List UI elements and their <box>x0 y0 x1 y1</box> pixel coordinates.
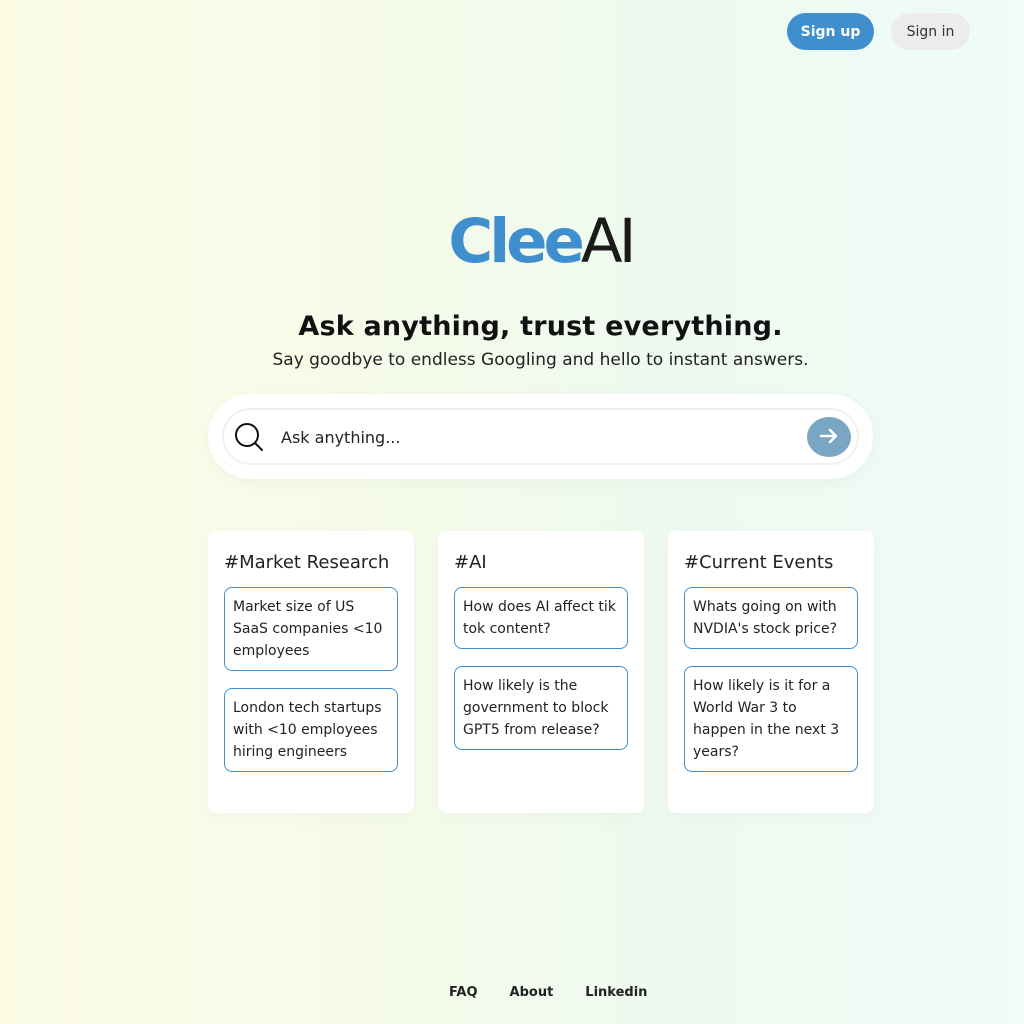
arrow-right-icon <box>819 428 839 447</box>
card-title: #AI <box>454 552 487 573</box>
sign-up-button[interactable]: Sign up <box>787 13 874 50</box>
search-input[interactable] <box>281 422 791 452</box>
suggestion-question[interactable]: How likely is the government to block GP… <box>454 666 628 750</box>
search-container <box>208 394 873 479</box>
card-ai: #AI How does AI affect tik tok content? … <box>438 531 644 813</box>
subheadline: Say goodbye to endless Googling and hell… <box>272 350 809 370</box>
search-icon <box>234 422 264 452</box>
suggestion-question[interactable]: Whats going on with NVDIA's stock price? <box>684 587 858 649</box>
card-market-research: #Market Research Market size of US SaaS … <box>208 531 414 813</box>
linkedin-link[interactable]: Linkedin <box>585 985 647 1000</box>
logo-part-ai: AI <box>580 206 637 277</box>
suggestion-question[interactable]: How likely is it for a World War 3 to ha… <box>684 666 858 772</box>
top-nav: Sign up Sign in <box>787 13 970 50</box>
logo: CleeAI <box>0 206 1024 278</box>
sign-in-button[interactable]: Sign in <box>891 13 970 50</box>
card-title: #Current Events <box>684 552 834 573</box>
suggestion-question[interactable]: How does AI affect tik tok content? <box>454 587 628 649</box>
suggestion-cards: #Market Research Market size of US SaaS … <box>208 531 874 813</box>
headline: Ask anything, trust everything. <box>298 311 783 342</box>
suggestion-question[interactable]: Market size of US SaaS companies <10 emp… <box>224 587 398 671</box>
logo-part-clee: Clee <box>448 206 584 277</box>
suggestion-question[interactable]: London tech startups with <10 employees … <box>224 688 398 772</box>
search-box <box>222 408 859 465</box>
footer: FAQ About Linkedin <box>449 985 647 1000</box>
faq-link[interactable]: FAQ <box>449 985 478 1000</box>
submit-button[interactable] <box>807 417 851 457</box>
card-current-events: #Current Events Whats going on with NVDI… <box>668 531 874 813</box>
about-link[interactable]: About <box>510 985 554 1000</box>
card-title: #Market Research <box>224 552 390 573</box>
